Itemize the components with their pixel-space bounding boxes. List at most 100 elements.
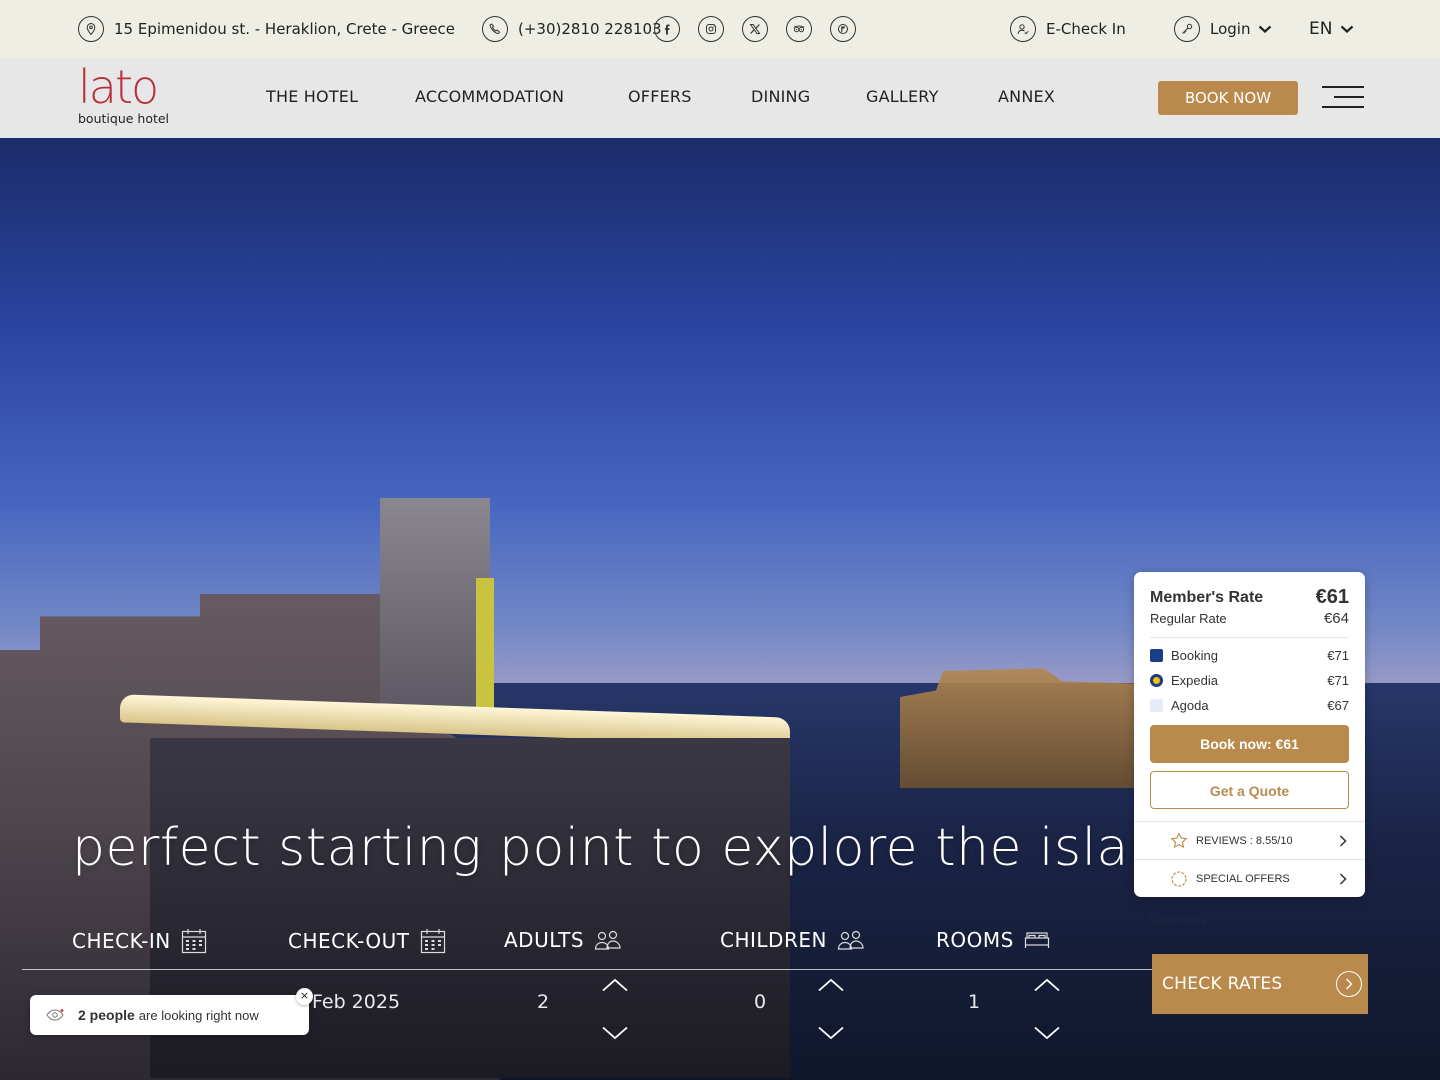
calendar-icon	[420, 929, 445, 954]
agoda-icon	[1150, 699, 1163, 712]
hero-image: perfect starting point to explore the is…	[0, 138, 1440, 1080]
get-quote-button[interactable]: Get a Quote	[1150, 771, 1349, 809]
nav-annex[interactable]: ANNEX	[998, 58, 1055, 138]
checkout-value[interactable]: Feb 2025	[312, 991, 400, 1013]
calendar-icon	[181, 929, 206, 954]
eye-icon	[46, 1009, 64, 1021]
key-icon	[1174, 16, 1200, 42]
echeckin-link[interactable]: E-Check In	[1010, 0, 1126, 58]
people-icon	[837, 930, 864, 950]
logo-subtitle: boutique hotel	[78, 111, 170, 126]
check-rates-label: CHECK RATES	[1162, 974, 1283, 994]
check-rates-button[interactable]: CHECK RATES	[1152, 954, 1368, 1014]
ota-price: €71	[1327, 648, 1349, 663]
nav-offers[interactable]: OFFERS	[628, 58, 692, 138]
phone-icon	[482, 16, 508, 42]
chevron-right-icon	[1339, 873, 1347, 885]
rateparity-logo: RateParity	[1148, 912, 1208, 926]
children-field: CHILDREN	[720, 928, 865, 952]
ota-price: €67	[1327, 698, 1349, 713]
logo[interactable]: lato boutique hotel	[78, 64, 178, 134]
visitors-popup: 2 people are looking right now	[30, 995, 309, 1035]
rooms-decrement-icon[interactable]	[1034, 1026, 1060, 1040]
phone[interactable]: (+30)2810 228103	[482, 0, 662, 58]
rooms-label: ROOMS	[936, 928, 1014, 952]
badge-icon	[1171, 870, 1187, 887]
hero-title: perfect starting point to explore the is…	[72, 818, 1196, 878]
login-dropdown[interactable]: Login	[1174, 0, 1272, 58]
expedia-icon	[1150, 674, 1163, 687]
instagram-icon[interactable]	[698, 16, 724, 42]
nav-gallery[interactable]: GALLERY	[866, 58, 939, 138]
chevron-down-icon	[1259, 25, 1272, 33]
checkout-field[interactable]: CHECK-OUT	[288, 928, 446, 954]
booking-divider	[22, 969, 1152, 970]
adults-value: 2	[537, 991, 550, 1013]
location-pin-icon	[78, 16, 104, 42]
regular-rate-price: €64	[1323, 610, 1349, 627]
chevron-down-icon	[1341, 25, 1354, 33]
nav-dining[interactable]: DINING	[751, 58, 810, 138]
special-offers-link[interactable]: SPECIAL OFFERS	[1134, 859, 1365, 897]
ota-row: Agoda €67	[1150, 698, 1349, 713]
booking-com-icon	[1150, 649, 1163, 662]
adults-field: ADULTS	[504, 928, 622, 952]
nav-accommodation[interactable]: ACCOMMODATION	[415, 58, 564, 138]
echeckin-label: E-Check In	[1046, 20, 1126, 38]
member-rate-price: €61	[1315, 586, 1349, 608]
member-rate-label: Member's Rate	[1150, 588, 1264, 606]
ota-name: Expedia	[1171, 673, 1218, 688]
rooms-value: 1	[968, 991, 981, 1013]
adults-label: ADULTS	[504, 928, 585, 952]
visitor-count: 2 people	[78, 1007, 135, 1023]
ota-name: Agoda	[1171, 698, 1209, 713]
reviews-link[interactable]: REVIEWS : 8.55/10	[1134, 821, 1365, 859]
special-offers-text: SPECIAL OFFERS	[1196, 872, 1290, 885]
ota-row: Booking €71	[1150, 648, 1349, 663]
ota-price: €71	[1327, 673, 1349, 688]
rooms-increment-icon[interactable]	[1034, 978, 1060, 992]
book-now-button[interactable]: BOOK NOW	[1158, 81, 1298, 115]
arrow-right-icon	[1336, 971, 1362, 997]
nav-the-hotel[interactable]: THE HOTEL	[266, 58, 358, 138]
checkout-label: CHECK-OUT	[288, 929, 410, 953]
children-decrement-icon[interactable]	[818, 1026, 844, 1040]
widget-book-now-button[interactable]: Book now: €61	[1150, 725, 1349, 763]
adults-increment-icon[interactable]	[602, 978, 628, 992]
login-label: Login	[1210, 20, 1251, 38]
ota-name: Booking	[1171, 648, 1218, 663]
checkin-field[interactable]: CHECK-IN	[72, 928, 207, 954]
chevron-right-icon	[1339, 835, 1347, 847]
children-increment-icon[interactable]	[818, 978, 844, 992]
rate-comparison-widget: Member's Rate €61 Regular Rate €64 Booki…	[1134, 572, 1365, 897]
tripadvisor-icon[interactable]	[786, 16, 812, 42]
tower-accent	[476, 578, 494, 708]
close-icon[interactable]: ×	[296, 988, 313, 1005]
star-icon	[1170, 832, 1188, 849]
facebook-icon[interactable]	[654, 16, 680, 42]
top-bar: 15 Epimenidou st. - Heraklion, Crete - G…	[0, 0, 1440, 58]
x-icon[interactable]	[742, 16, 768, 42]
rooms-field: ROOMS	[936, 928, 1050, 952]
children-value: 0	[754, 991, 767, 1013]
adults-decrement-icon[interactable]	[602, 1026, 628, 1040]
address-text: 15 Epimenidou st. - Heraklion, Crete - G…	[114, 20, 456, 38]
address[interactable]: 15 Epimenidou st. - Heraklion, Crete - G…	[78, 0, 455, 58]
people-icon	[594, 930, 621, 950]
language-label: EN	[1309, 19, 1333, 39]
user-check-icon	[1010, 16, 1036, 42]
reviews-text: REVIEWS : 8.55/10	[1196, 834, 1293, 847]
visitor-text: are looking right now	[138, 1007, 259, 1023]
bed-icon	[1024, 932, 1049, 948]
phone-text: (+30)2810 228103	[518, 20, 662, 38]
ota-row: Expedia €71	[1150, 673, 1349, 688]
rate-divider	[1150, 637, 1349, 638]
main-nav: lato boutique hotel THE HOTEL ACCOMMODAT…	[0, 58, 1440, 138]
hotel-tower	[380, 498, 490, 728]
hamburger-menu-icon[interactable]	[1322, 86, 1364, 110]
children-label: CHILDREN	[720, 928, 827, 952]
language-selector[interactable]: EN	[1309, 0, 1354, 58]
regular-rate-label: Regular Rate	[1150, 611, 1227, 626]
checkin-label: CHECK-IN	[72, 929, 171, 953]
foursquare-icon[interactable]	[830, 16, 856, 42]
